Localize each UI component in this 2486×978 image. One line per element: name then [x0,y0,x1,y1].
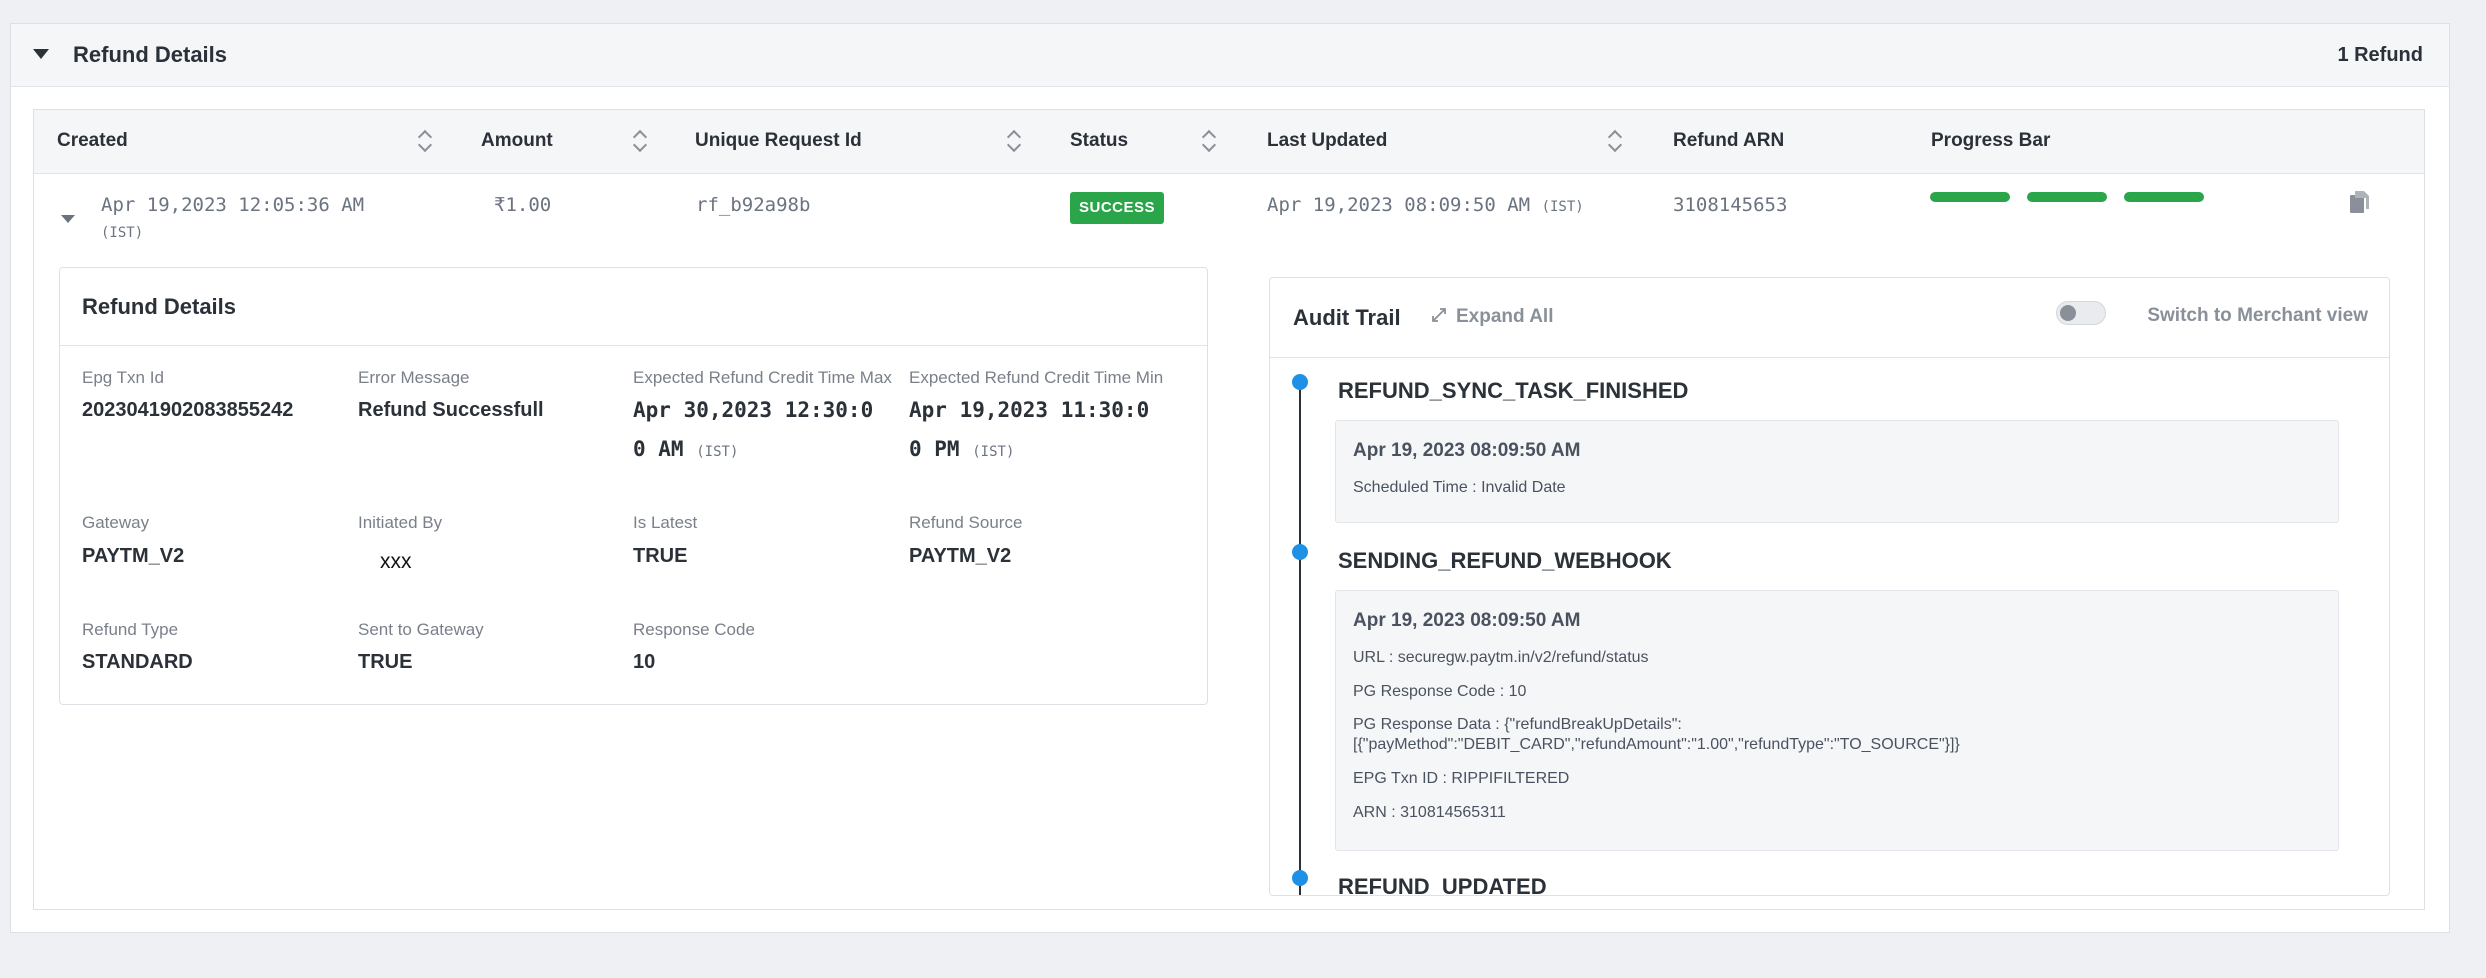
row-last-updated-value: Apr 19,2023 08:09:50 AM [1267,194,1531,216]
copy-icon[interactable] [2348,190,2372,216]
value-refund-type: STANDARD [82,651,193,673]
row-created: Apr 19,2023 12:05:36 AM [101,194,365,216]
credit-time-max-line2: 0 AM (IST) [633,430,873,472]
toggle-knob [2060,305,2076,321]
credit-time-max-time: 0 AM [633,437,684,461]
progress-segment [2124,192,2204,202]
audit-trail-timeline: REFUND_SYNC_TASK_FINISHED Apr 19, 2023 0… [1270,357,2390,895]
event-details: Apr 19, 2023 08:09:50 AM URL : securegw.… [1335,590,2339,851]
event-line: URL : securegw.paytm.in/v2/refund/status [1353,649,1649,666]
event-line: Scheduled Time : Invalid Date [1353,479,1566,496]
refund-count: 1 Refund [2337,44,2423,66]
label-refund-source: Refund Source [909,513,1023,532]
credit-time-min-tz: (IST) [972,444,1015,460]
timeline-dot [1292,544,1308,560]
card-title: Refund Details [82,294,237,319]
value-response-code: 10 [633,651,656,673]
event-time: Apr 19, 2023 08:09:50 AM [1353,440,1581,461]
value-initiated-by: xxx [380,550,412,573]
col-refund-arn: Refund ARN [1673,130,1785,151]
col-last-updated[interactable]: Last Updated [1267,130,1387,152]
panel-header[interactable]: Refund Details 1 Refund [11,24,2449,87]
status-badge: SUCCESS [1070,192,1164,224]
switch-merchant-label: Switch to Merchant view [2147,305,2368,326]
label-sent-to-gateway: Sent to Gateway [358,620,484,639]
value-sent-to-gateway: TRUE [358,651,413,673]
event-time: Apr 19, 2023 08:09:50 AM [1353,610,1581,631]
row-last-updated-tz: (IST) [1541,199,1584,215]
sort-request-id-icon[interactable] [1006,129,1020,153]
panel-title: Refund Details [73,42,228,67]
expand-all-label: Expand All [1456,306,1554,327]
value-gateway: PAYTM_V2 [82,545,185,567]
event-line: EPG Txn ID : RIPPIFILTERED [1353,770,1570,787]
col-amount[interactable]: Amount [481,130,553,152]
value-epg-txn-id: 2023041902083855242 [82,399,294,421]
event-title: REFUND_UPDATED [1338,874,1547,895]
sort-amount-icon[interactable] [632,129,646,153]
event-details: Apr 19, 2023 08:09:50 AM Scheduled Time … [1335,420,2339,523]
row-refund-arn: 3108145653 [1673,194,1788,216]
label-refund-type: Refund Type [82,620,179,639]
event-title: REFUND_SYNC_TASK_FINISHED [1338,378,1689,403]
label-gateway: Gateway [82,513,150,532]
sort-last-updated-icon[interactable] [1607,129,1621,153]
expand-arrows-icon [1432,308,1446,322]
credit-time-min-time: 0 PM [909,437,960,461]
row-created-tz: (IST) [101,225,144,241]
label-credit-time-max: Expected Refund Credit Time Max [633,368,892,387]
label-error-message: Error Message [358,368,470,387]
sort-created-icon[interactable] [417,129,431,153]
expand-all-button[interactable]: Expand All [1430,306,1553,328]
col-status[interactable]: Status [1070,130,1128,152]
value-refund-source: PAYTM_V2 [909,545,1012,567]
page: Refund Details 1 Refund Created Amount U… [0,0,2486,978]
label-is-latest: Is Latest [633,513,698,532]
progress-segment [2027,192,2107,202]
timeline-dot [1292,374,1308,390]
event-title: SENDING_REFUND_WEBHOOK [1338,548,1672,573]
progress-segment [1930,192,2010,202]
value-is-latest: TRUE [633,545,688,567]
label-epg-txn-id: Epg Txn Id [82,368,164,387]
merchant-view-toggle[interactable] [2056,301,2106,325]
table-header: Created Amount Unique Request Id Status … [34,110,2424,174]
col-request-id[interactable]: Unique Request Id [695,130,862,152]
timeline-dot [1292,870,1308,886]
collapse-caret-icon[interactable] [33,49,49,59]
col-created[interactable]: Created [57,130,128,152]
event-line: PG Response Data : {"refundBreakUpDetail… [1353,716,1960,753]
credit-time-max-line1: Apr 30,2023 12:30:0 [633,398,874,422]
event-line: PG Response Code : 10 [1353,683,1527,700]
timeline-line [1299,380,1301,895]
value-credit-time-max: Apr 30,2023 12:30:0 0 AM (IST) [633,391,873,472]
audit-trail-header: Audit Trail Expand All Switch to Merchan… [1270,278,2389,358]
col-progress-bar: Progress Bar [1931,130,2051,151]
value-credit-time-min: Apr 19,2023 11:30:0 0 PM (IST) [909,391,1149,472]
label-credit-time-min: Expected Refund Credit Time Min [909,368,1164,387]
row-expand-caret-icon[interactable] [61,215,75,223]
value-error-message: Refund Successfull [358,399,544,421]
sort-status-icon[interactable] [1201,129,1215,153]
row-last-updated: Apr 19,2023 08:09:50 AM (IST) [1267,194,1584,216]
card-header: Refund Details [60,268,1207,346]
audit-trail-title: Audit Trail [1293,305,1401,330]
credit-time-min-line1: Apr 19,2023 11:30:0 [909,398,1150,422]
credit-time-min-line2: 0 PM (IST) [909,430,1149,472]
row-amount: ₹1.00 [494,194,552,216]
row-request-id: rf_b92a98b [696,194,811,216]
event-line: ARN : 310814565311 [1353,804,1506,821]
credit-time-max-tz: (IST) [696,444,739,460]
label-response-code: Response Code [633,620,755,639]
label-initiated-by: Initiated By [358,513,443,532]
